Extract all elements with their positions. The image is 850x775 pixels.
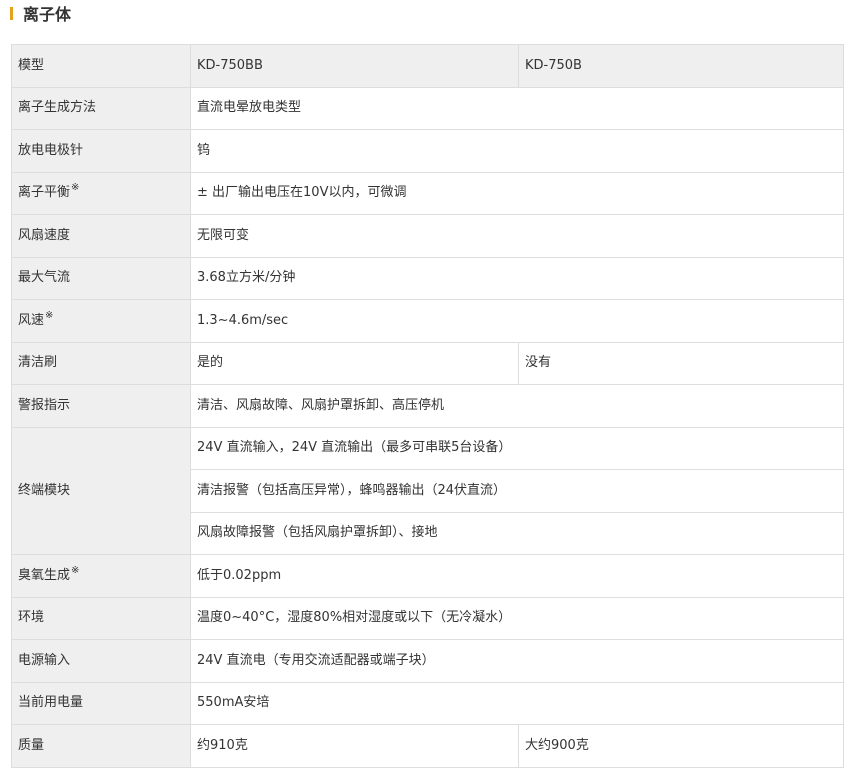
terminal-line-3: 风扇故障报警（包括风扇护罩拆卸）、接地 (190, 511, 844, 555)
table-row-ion-balance: 离子平衡※ ± 出厂输出电压在10V以内，可微调 (11, 171, 844, 215)
row-label: 环境 (11, 596, 191, 640)
table-row-mass: 质量 约910克 大约900克 (11, 724, 844, 768)
model-a-name: KD-750BB (190, 44, 519, 88)
table-row-max-airflow: 最大气流 3.68立方米/分钟 (11, 256, 844, 300)
table-row-alarm: 警报指示 清洁、风扇故障、风扇护罩拆卸、高压停机 (11, 384, 844, 428)
row-value: 1.3~4.6m/sec (190, 299, 844, 343)
section-heading: 离子体 (10, 0, 71, 26)
row-label-cell: 风速※ (11, 299, 191, 343)
row-value: 直流电晕放电类型 (190, 86, 844, 130)
row-label: 放电电极针 (11, 129, 191, 173)
model-b-value: 大约900克 (518, 724, 844, 768)
row-label: 最大气流 (11, 256, 191, 300)
table-row-electrode: 放电电极针 钨 (11, 129, 844, 173)
table-row-fan-speed: 风扇速度 无限可变 (11, 214, 844, 258)
row-label: 终端模块 (11, 426, 191, 555)
row-label: 清洁刷 (11, 341, 191, 385)
table-row-terminal: 终端模块 24V 直流输入，24V 直流输出（最多可串联5台设备） (11, 426, 844, 555)
row-label: 警报指示 (11, 384, 191, 428)
table-row-air-velocity: 风速※ 1.3~4.6m/sec (11, 299, 844, 343)
row-value: 清洁、风扇故障、风扇护罩拆卸、高压停机 (190, 384, 844, 428)
row-value: 钨 (190, 129, 844, 173)
note-mark: ※ (45, 309, 54, 321)
row-value: 3.68立方米/分钟 (190, 256, 844, 300)
spec-table: 模型 KD-750BB KD-750B 离子生成方法 直流电晕放电类型 放电电极… (11, 44, 844, 768)
row-label-cell: 离子平衡※ (11, 171, 191, 215)
row-value: 无限可变 (190, 214, 844, 258)
row-value: 低于0.02ppm (190, 554, 844, 598)
row-label: 离子生成方法 (11, 86, 191, 130)
row-label: 风速 (18, 312, 45, 328)
row-value: 温度0~40°C，湿度80%相对湿度或以下（无冷凝水） (190, 596, 844, 640)
row-label: 质量 (11, 724, 191, 768)
row-label: 当前用电量 (11, 681, 191, 725)
row-label: 风扇速度 (11, 214, 191, 258)
section-title: 离子体 (23, 5, 72, 24)
row-label: 电源输入 (11, 639, 191, 683)
model-b-name: KD-750B (518, 44, 844, 88)
table-row-model: 模型 KD-750BB KD-750B (11, 44, 844, 88)
table-row-environment: 环境 温度0~40°C，湿度80%相对湿度或以下（无冷凝水） (11, 596, 844, 640)
table-row-cleaning-brush: 清洁刷 是的 没有 (11, 341, 844, 385)
model-a-value: 是的 (190, 341, 519, 385)
table-row-ion-method: 离子生成方法 直流电晕放电类型 (11, 86, 844, 130)
table-row-ozone: 臭氧生成※ 低于0.02ppm (11, 554, 844, 598)
terminal-line-1: 24V 直流输入，24V 直流输出（最多可串联5台设备） (190, 426, 844, 470)
table-row-power-input: 电源输入 24V 直流电（专用交流适配器或端子块） (11, 639, 844, 683)
note-mark: ※ (71, 564, 80, 576)
row-label: 模型 (11, 44, 191, 88)
row-label: 离子平衡 (18, 185, 71, 201)
table-row-current: 当前用电量 550mA安培 (11, 681, 844, 725)
heading-accent-bar (10, 6, 13, 20)
model-a-value: 约910克 (190, 724, 519, 768)
row-value: ± 出厂输出电压在10V以内，可微调 (190, 171, 844, 215)
note-mark: ※ (71, 182, 80, 194)
row-label: 臭氧生成 (18, 567, 71, 583)
model-b-value: 没有 (518, 341, 844, 385)
row-label-cell: 臭氧生成※ (11, 554, 191, 598)
row-value: 550mA安培 (190, 681, 844, 725)
row-value: 24V 直流电（专用交流适配器或端子块） (190, 639, 844, 683)
terminal-line-2: 清洁报警（包括高压异常），蜂鸣器输出（24伏直流） (190, 469, 844, 513)
